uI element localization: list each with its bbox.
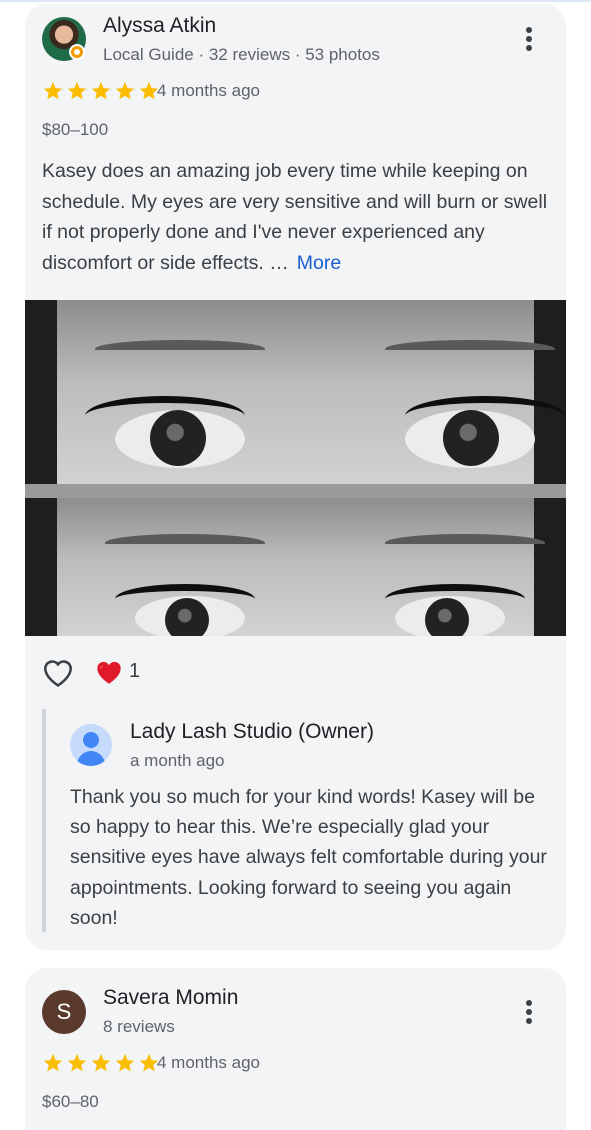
more-vert-icon[interactable]: [517, 996, 541, 1028]
more-link[interactable]: More: [297, 252, 341, 274]
reaction-count: 1: [129, 660, 141, 682]
review-card: S Savera Momin 8 reviews 4 months ago $6…: [25, 968, 566, 1130]
review-card: Alyssa Atkin Local Guide · 32 reviews · …: [25, 4, 566, 950]
star-icon: [115, 1053, 135, 1072]
owner-reply-time: a month ago: [130, 751, 225, 770]
more-vert-icon[interactable]: [517, 23, 541, 55]
star-rating: [42, 1052, 160, 1074]
review-photo[interactable]: [25, 300, 566, 484]
red-heart-emoji-icon: [97, 661, 121, 684]
local-guide-badge-icon: [69, 44, 85, 60]
heart-outline-icon[interactable]: [41, 656, 75, 688]
reply-divider: [42, 709, 46, 932]
star-icon: [115, 81, 135, 100]
star-icon: [43, 81, 63, 100]
price-range: $60–80: [42, 1092, 99, 1111]
star-icon: [67, 1053, 87, 1072]
review-time: 4 months ago: [157, 81, 261, 100]
reviewer-meta: Local Guide · 32 reviews · 53 photos: [103, 45, 380, 64]
photo-divider: [25, 484, 566, 498]
review-time: 4 months ago: [157, 1053, 261, 1072]
owner-reply-text: Thank you so much for your kind words! K…: [70, 786, 547, 929]
review-body: Kasey does an amazing job every time whi…: [42, 160, 548, 274]
star-icon: [91, 1053, 111, 1072]
owner-name: Lady Lash Studio (Owner): [130, 720, 374, 743]
top-divider: [0, 0, 591, 2]
review-photo[interactable]: [25, 498, 566, 636]
star-rating: [42, 80, 160, 102]
star-icon: [91, 81, 111, 100]
person-avatar-icon: [70, 724, 112, 766]
price-range: $80–100: [42, 120, 109, 139]
reviewer-name[interactable]: Savera Momin: [103, 986, 238, 1010]
star-icon: [43, 1053, 63, 1072]
reviewer-name[interactable]: Alyssa Atkin: [103, 14, 216, 38]
reviewer-avatar[interactable]: S: [42, 990, 86, 1034]
reviewer-meta: 8 reviews: [103, 1017, 175, 1036]
star-icon: [67, 81, 87, 100]
review-text: Kasey does an amazing job every time whi…: [42, 156, 552, 278]
